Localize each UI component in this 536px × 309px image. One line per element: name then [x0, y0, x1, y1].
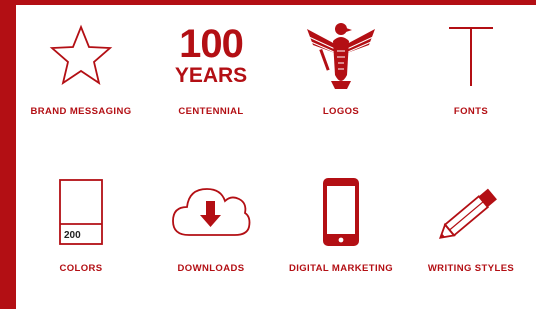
centennial-number: 100	[179, 22, 244, 66]
pencil-icon	[438, 188, 497, 239]
centennial-word: YEARS	[174, 64, 248, 87]
tile-label: DOWNLOADS	[177, 263, 245, 274]
tile-brand-messaging[interactable]: BRAND MESSAGING	[16, 10, 146, 117]
tile-label: COLORS	[59, 263, 103, 274]
tile-label: LOGOS	[322, 106, 360, 117]
left-accent-bar	[0, 0, 16, 309]
tile-label: BRAND MESSAGING	[30, 106, 132, 117]
tile-writing-styles[interactable]: WRITING STYLES	[406, 167, 536, 274]
tile-label: CENTENNIAL	[178, 106, 244, 117]
tile-colors[interactable]: 200 COLORS	[16, 167, 146, 274]
tile-logos[interactable]: LOGOS	[276, 10, 406, 117]
tile-label: DIGITAL MARKETING	[288, 263, 394, 274]
smartphone-icon	[323, 178, 359, 246]
brand-resources-grid: BRAND MESSAGING 100 YEARS CENTENNIAL LOG…	[16, 5, 536, 309]
tile-label: WRITING STYLES	[427, 263, 515, 274]
star-icon	[49, 24, 113, 86]
tile-digital-marketing[interactable]: DIGITAL MARKETING	[276, 167, 406, 274]
font-t-icon	[449, 27, 493, 86]
tile-centennial[interactable]: 100 YEARS CENTENNIAL	[146, 10, 276, 117]
cloud-download-icon	[172, 188, 251, 236]
tile-fonts[interactable]: FONTS	[406, 10, 536, 117]
color-swatch-icon: 200	[59, 179, 103, 245]
centennial-100-years-icon: 100 YEARS	[146, 10, 276, 100]
tile-label: FONTS	[453, 106, 489, 117]
swatch-number: 200	[64, 230, 81, 241]
tile-downloads[interactable]: DOWNLOADS	[146, 167, 276, 274]
eagle-logo-icon	[307, 23, 375, 89]
